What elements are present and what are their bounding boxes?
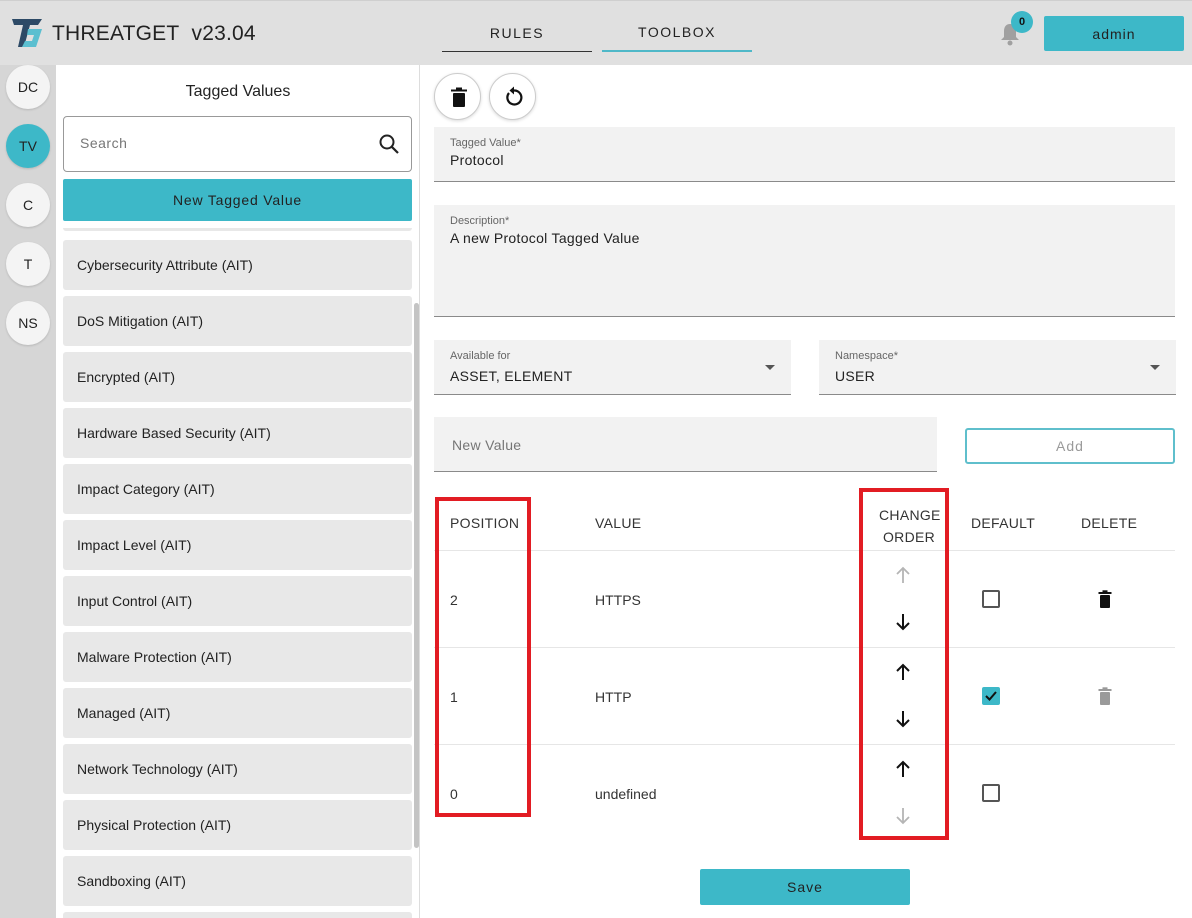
threatget-logo-icon	[12, 19, 42, 47]
row-position: 0	[450, 786, 458, 802]
dropdown-arrow-icon[interactable]	[1150, 365, 1160, 370]
move-down-arrow-icon[interactable]	[894, 709, 912, 729]
trash-icon[interactable]	[1098, 590, 1112, 608]
list-item[interactable]: Sandboxing (AIT)	[63, 856, 412, 906]
list-scrollbar[interactable]	[414, 303, 419, 848]
row-value: HTTPS	[595, 592, 641, 608]
new-tagged-value-button[interactable]: New Tagged Value	[63, 179, 412, 221]
list-item[interactable]: Network Technology (AIT)	[63, 744, 412, 794]
checkmark-icon	[985, 691, 997, 701]
column-header-default: DEFAULT	[971, 515, 1036, 531]
row-position: 2	[450, 592, 458, 608]
side-rail: DC TV C T NS	[0, 65, 56, 918]
list-item[interactable]: Encrypted (AIT)	[63, 352, 412, 402]
tagged-value-detail-panel: Tagged Value* Protocol Description* A ne…	[420, 65, 1192, 918]
tab-rules[interactable]: RULES	[442, 17, 592, 52]
list-item[interactable]: Physical Protection (AIT)	[63, 800, 412, 850]
tagged-value-label: Tagged Value*	[450, 137, 521, 149]
app-name: THREATGET	[52, 22, 180, 45]
default-checkbox-checked[interactable]	[982, 687, 1000, 705]
tab-toolbox[interactable]: TOOLBOX	[602, 17, 752, 52]
move-up-arrow-icon[interactable]	[894, 759, 912, 779]
search-input[interactable]	[78, 134, 358, 152]
move-down-arrow-icon[interactable]	[894, 612, 912, 632]
column-header-value: VALUE	[595, 515, 642, 531]
list-item[interactable]: Input Control (AIT)	[63, 576, 412, 626]
available-for-value: ASSET, ELEMENT	[450, 368, 573, 384]
search-box	[63, 116, 412, 172]
move-up-arrow-icon	[896, 566, 910, 583]
panel-title: Tagged Values	[185, 83, 291, 100]
row-value: HTTP	[595, 689, 632, 705]
list-item[interactable]: Malware Protection (AIT)	[63, 632, 412, 682]
app-header: THREATGET v23.04 RULES TOOLBOX 0 admin	[0, 0, 1192, 65]
list-item[interactable]: DoS Mitigation (AIT)	[63, 296, 412, 346]
dropdown-arrow-icon[interactable]	[765, 365, 775, 370]
column-header-change-order: CHANGE ORDER	[879, 504, 941, 548]
rail-item-c[interactable]: C	[6, 183, 50, 227]
namespace-value: USER	[835, 368, 876, 384]
column-header-change-order-line1: CHANGE	[879, 507, 941, 523]
rail-item-dc[interactable]: DC	[6, 65, 50, 109]
table-divider	[434, 647, 1175, 648]
move-up-arrow-icon[interactable]	[894, 662, 912, 682]
default-checkbox[interactable]	[982, 784, 1000, 802]
save-button[interactable]: Save	[700, 869, 910, 905]
list-item[interactable]	[63, 228, 412, 231]
highlight-box-position-column	[435, 497, 531, 817]
new-value-input[interactable]	[450, 436, 910, 454]
trash-icon	[451, 87, 467, 107]
list-item[interactable]: Impact Level (AIT)	[63, 520, 412, 570]
row-position: 1	[450, 689, 458, 705]
list-item[interactable]	[63, 912, 412, 918]
available-for-select[interactable]: Available for ASSET, ELEMENT	[434, 340, 791, 395]
tagged-value-input[interactable]: Protocol	[450, 152, 504, 168]
namespace-label: Namespace*	[835, 350, 898, 362]
list-item[interactable]: Managed (AIT)	[63, 688, 412, 738]
default-checkbox[interactable]	[982, 590, 1000, 608]
description-label: Description*	[450, 215, 510, 227]
tagged-values-list: Cybersecurity Attribute (AIT) DoS Mitiga…	[63, 228, 412, 918]
list-item[interactable]: Impact Category (AIT)	[63, 464, 412, 514]
available-for-label: Available for	[450, 350, 511, 362]
column-header-position: POSITION	[450, 515, 520, 531]
table-divider	[434, 550, 1175, 551]
rail-item-tv[interactable]: TV	[6, 124, 50, 168]
column-header-change-order-line2: ORDER	[882, 529, 936, 545]
rail-item-ns[interactable]: NS	[6, 301, 50, 345]
search-icon[interactable]	[378, 133, 400, 155]
app-version: v23.04	[191, 22, 256, 45]
list-item[interactable]: Hardware Based Security (AIT)	[63, 408, 412, 458]
namespace-select[interactable]: Namespace* USER	[819, 340, 1176, 395]
description-input[interactable]: A new Protocol Tagged Value	[450, 230, 640, 246]
delete-tagged-value-button[interactable]	[434, 73, 481, 120]
column-header-delete: DELETE	[1081, 515, 1138, 531]
app-title: THREATGET v23.04	[52, 22, 256, 46]
new-value-field[interactable]	[434, 417, 937, 472]
table-divider	[434, 744, 1175, 745]
tagged-value-field[interactable]: Tagged Value* Protocol	[434, 127, 1175, 182]
description-field[interactable]: Description* A new Protocol Tagged Value	[434, 205, 1175, 317]
list-item[interactable]: Cybersecurity Attribute (AIT)	[63, 240, 412, 290]
rail-item-t[interactable]: T	[6, 242, 50, 286]
row-value: undefined	[595, 786, 657, 802]
reset-button[interactable]	[489, 73, 536, 120]
notification-badge: 0	[1011, 11, 1033, 33]
add-value-button[interactable]: Add	[965, 428, 1175, 464]
user-menu-button[interactable]: admin	[1044, 16, 1184, 51]
trash-icon	[1098, 687, 1112, 705]
reset-icon	[506, 86, 523, 106]
tagged-values-list-panel: Tagged Values New Tagged Value Cybersecu…	[56, 65, 420, 918]
move-down-arrow-icon	[896, 808, 910, 825]
